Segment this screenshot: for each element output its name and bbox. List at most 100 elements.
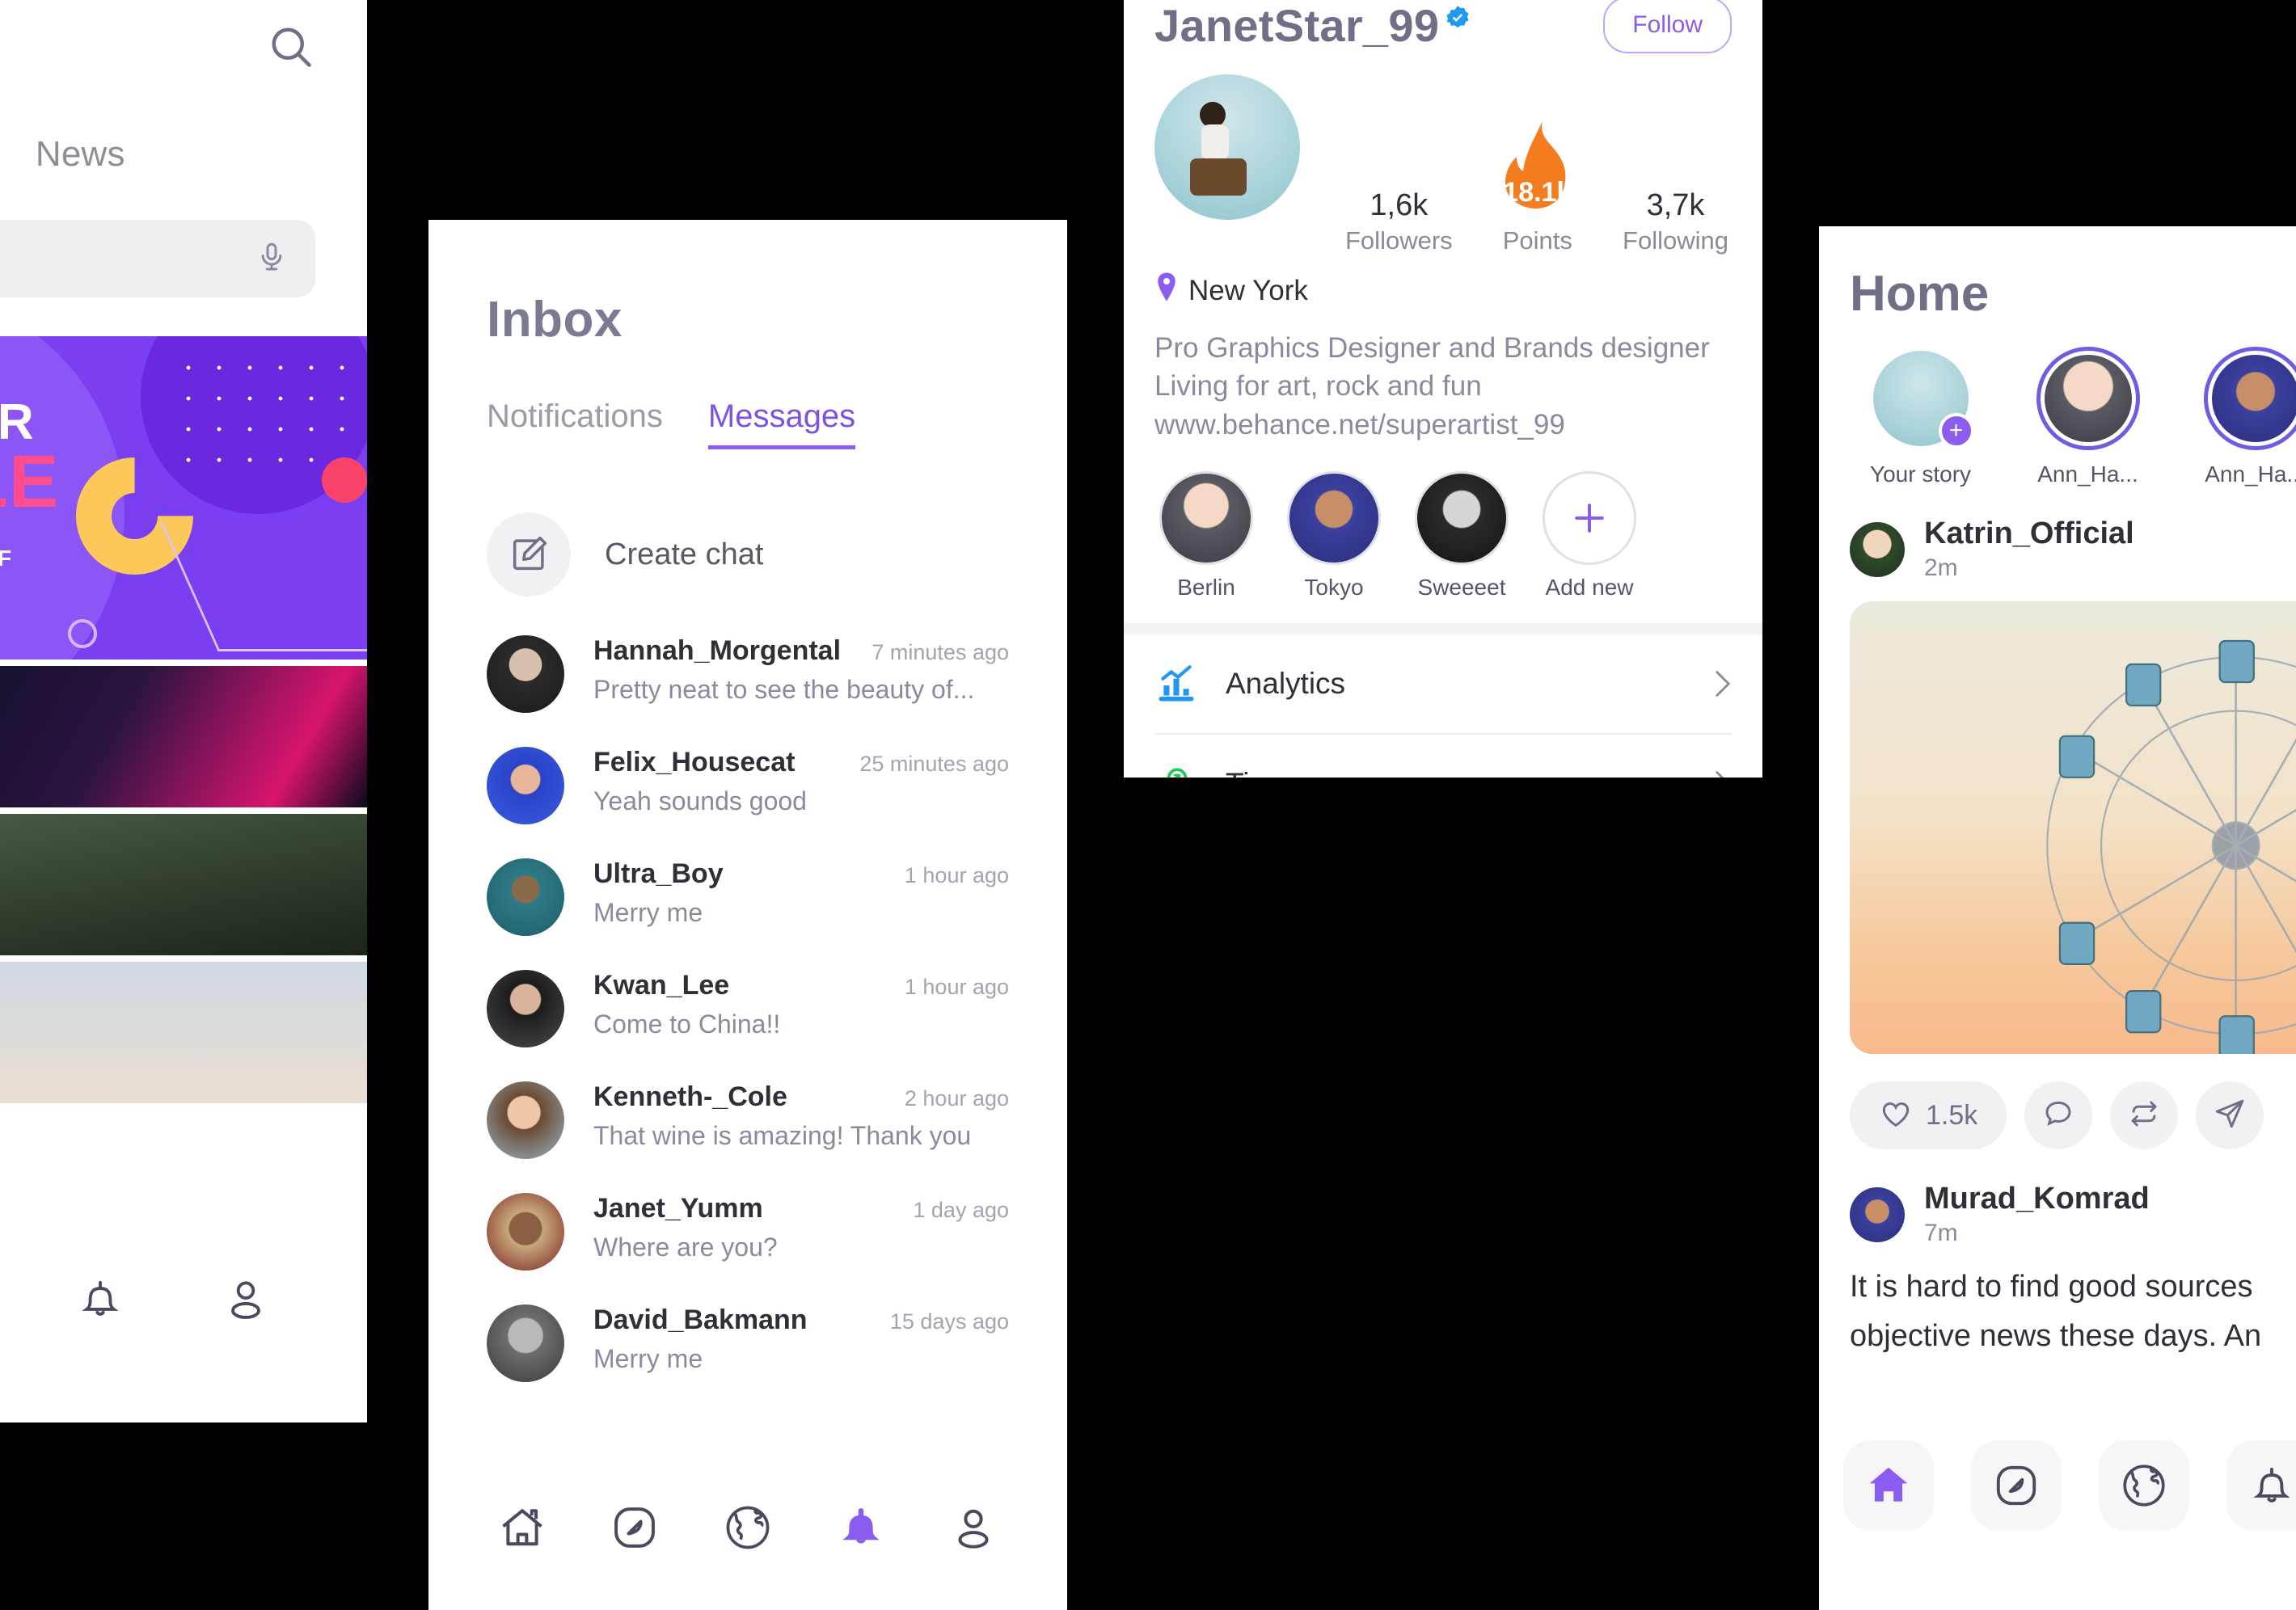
search-panel: Articles News SUPER — [0, 0, 367, 1422]
media-grid — [0, 660, 367, 1103]
create-chat-button[interactable]: Create chat — [487, 512, 1009, 596]
post-author[interactable]: Murad_Komrad — [1924, 1182, 2150, 1216]
tab-notifications[interactable]: Notifications — [487, 398, 663, 449]
story-label: Ann_Ha... — [2205, 462, 2296, 487]
stat-followers[interactable]: 1,6k Followers — [1345, 188, 1453, 255]
avatar — [487, 1081, 564, 1159]
message-time: 15 days ago — [889, 1309, 1009, 1334]
profile-header: JanetStar_99 Follow — [1154, 0, 1732, 53]
nav-profile-icon[interactable] — [948, 1502, 999, 1557]
home-bottom-nav — [1819, 1440, 2296, 1610]
nav-compass-icon[interactable] — [609, 1502, 661, 1557]
message-sender: Kwan_Lee — [593, 970, 730, 1001]
like-button[interactable]: 1.5k — [1850, 1081, 2007, 1149]
post-author[interactable]: Katrin_Official — [1924, 516, 2134, 551]
add-story-icon[interactable]: + — [1938, 413, 1974, 449]
banner-decor-dot — [322, 457, 367, 503]
nav-home-icon[interactable] — [1843, 1440, 1934, 1531]
profile-avatar[interactable] — [1154, 74, 1300, 220]
page-title: Home — [1850, 266, 1990, 322]
story-label: Ann_Ha... — [2037, 462, 2138, 487]
post-time: 2m — [1924, 554, 1958, 581]
message-row[interactable]: Felix_Housecat 25 minutes ago Yeah sound… — [487, 747, 1009, 824]
message-preview: Merry me — [593, 1344, 703, 1373]
follow-button[interactable]: Follow — [1603, 0, 1732, 53]
stat-label: Followers — [1345, 226, 1453, 255]
inbox-bottom-nav — [428, 1448, 1067, 1610]
highlight-add-new[interactable]: Add new — [1538, 470, 1641, 601]
highlight-tokyo[interactable]: Tokyo — [1282, 470, 1386, 601]
feed-post-2: Murad_Komrad 7m It is hard to find good … — [1850, 1182, 2296, 1359]
message-row[interactable]: Kwan_Lee 1 hour ago Come to China!! — [487, 970, 1009, 1047]
nav-bell-icon[interactable] — [2226, 1440, 2296, 1531]
share-button[interactable] — [2196, 1081, 2264, 1149]
inbox-tabs: Notifications Messages — [487, 398, 1009, 449]
message-sender: Ultra_Boy — [593, 858, 724, 889]
message-row[interactable]: Kenneth-_Cole 2 hour ago That wine is am… — [487, 1081, 1009, 1159]
microphone-icon[interactable] — [255, 241, 288, 277]
highlight-label: Tokyo — [1304, 574, 1364, 600]
story-ann-ha-1[interactable]: Ann_Ha... — [2017, 347, 2159, 487]
profile-bio: Pro Graphics Designer and Brands designe… — [1154, 329, 1732, 444]
menu-label: Tips — [1226, 767, 1686, 778]
avatar — [487, 1193, 564, 1271]
nav-globe-icon[interactable] — [2099, 1440, 2189, 1531]
nav-bell-icon[interactable] — [835, 1502, 887, 1557]
story-ann-ha-2[interactable]: Ann_Ha... — [2184, 347, 2296, 487]
message-row[interactable]: Hannah_Morgental 7 minutes ago Pretty ne… — [487, 635, 1009, 713]
menu-item-tips[interactable]: Tips — [1154, 735, 1732, 778]
banner-decor-ring — [68, 619, 97, 648]
message-time: 2 hour ago — [904, 1086, 1009, 1111]
nav-globe-icon[interactable] — [722, 1502, 774, 1557]
media-tile[interactable] — [0, 962, 367, 1103]
avatar[interactable] — [1850, 1186, 1905, 1242]
promo-banner[interactable]: SUPER SALE 50% OFF — [0, 336, 367, 660]
location-pin-icon — [1154, 272, 1179, 310]
story-label: Your story — [1869, 462, 1972, 487]
bio-line: Pro Graphics Designer and Brands designe… — [1154, 332, 1710, 364]
message-sender: Hannah_Morgental — [593, 635, 842, 666]
nav-profile-icon[interactable] — [221, 1274, 271, 1328]
chart-icon — [1154, 662, 1198, 706]
comment-icon — [2041, 1097, 2075, 1135]
avatar — [487, 1304, 564, 1382]
post-text-line-1: It is hard to find good sources — [1850, 1270, 2253, 1304]
nav-home-icon[interactable] — [496, 1502, 548, 1557]
media-tile[interactable] — [0, 814, 367, 955]
verified-badge-icon — [1444, 4, 1471, 32]
highlight-sweeeet[interactable]: Sweeeet — [1410, 470, 1513, 601]
profile-stats: 1,6k Followers 18.1k Points 3,7k Followi… — [1308, 74, 1732, 255]
message-time: 1 hour ago — [904, 975, 1009, 999]
comment-button[interactable] — [2024, 1081, 2093, 1149]
repost-icon — [2127, 1097, 2161, 1135]
message-preview: Yeah sounds good — [593, 786, 807, 816]
stat-points[interactable]: 18.1k Points — [1489, 120, 1586, 255]
bio-website[interactable]: www.behance.net/superartist_99 — [1154, 406, 1732, 444]
search-input[interactable] — [0, 220, 315, 297]
nav-compass-icon[interactable] — [1971, 1440, 2062, 1531]
message-row[interactable]: Janet_Yumm 1 day ago Where are you? — [487, 1193, 1009, 1271]
avatar[interactable] — [1850, 521, 1905, 577]
tab-messages[interactable]: Messages — [707, 398, 856, 449]
repost-button[interactable] — [2110, 1081, 2179, 1149]
search-icon[interactable] — [267, 23, 315, 75]
menu-item-analytics[interactable]: Analytics — [1154, 634, 1732, 735]
media-tile[interactable] — [0, 666, 367, 807]
nav-bell-icon[interactable] — [75, 1274, 125, 1328]
banner-line-2: SALE — [0, 440, 60, 523]
search-panel-tabs: Articles News — [0, 97, 335, 175]
bio-line: Living for art, rock and fun — [1154, 370, 1482, 402]
highlight-berlin[interactable]: Berlin — [1154, 470, 1258, 601]
tab-news[interactable]: News — [36, 134, 125, 175]
message-row[interactable]: David_Bakmann 15 days ago Merry me — [487, 1304, 1009, 1382]
post-image[interactable] — [1850, 601, 2296, 1054]
message-row[interactable]: Ultra_Boy 1 hour ago Merry me — [487, 858, 1009, 936]
story-your-story[interactable]: + Your story — [1850, 347, 1991, 487]
message-sender: Kenneth-_Cole — [593, 1081, 787, 1112]
message-time: 7 minutes ago — [872, 640, 1009, 664]
avatar — [487, 858, 564, 936]
screenshot-stage: Articles News SUPER — [0, 0, 2296, 1610]
compose-icon — [487, 512, 571, 596]
inbox-panel: Inbox Notifications Messages Create chat — [428, 220, 1067, 1610]
stat-following[interactable]: 3,7k Following — [1623, 188, 1728, 255]
